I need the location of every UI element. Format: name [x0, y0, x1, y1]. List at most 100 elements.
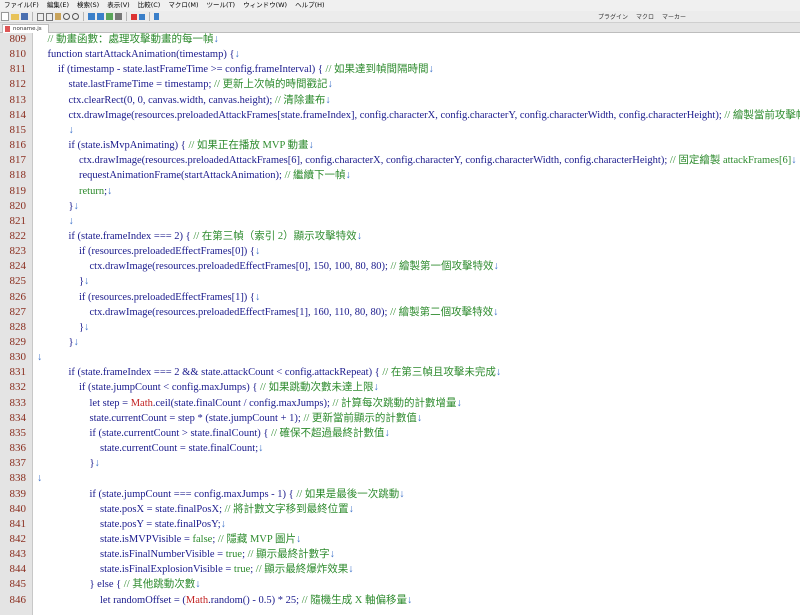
code-line[interactable]: 814 ctx.drawImage(resources.preloadedAtt…: [0, 108, 800, 123]
menu-item[interactable]: ツール(T): [203, 0, 240, 11]
code-text: let randomOffset = (Math.random() - 0.5)…: [37, 594, 413, 606]
copy-icon[interactable]: [46, 12, 53, 21]
code-text: }↓: [37, 276, 90, 288]
line-number: 842: [9, 532, 27, 545]
macro-label[interactable]: マクロ: [632, 12, 658, 21]
line-number: 815: [9, 123, 27, 136]
line-number: 840: [9, 502, 27, 515]
code-line[interactable]: 825 }↓: [0, 274, 800, 289]
save-icon[interactable]: [21, 13, 28, 20]
line-number: 811: [9, 63, 26, 76]
code-text: if (state.frameIndex === 2 && state.atta…: [37, 367, 502, 379]
code-text: ctx.drawImage(resources.preloadedEffectF…: [37, 306, 499, 318]
code-line[interactable]: 845 } else { // 其他跳動次數↓: [0, 577, 800, 592]
code-line[interactable]: 824 ctx.drawImage(resources.preloadedEff…: [0, 259, 800, 274]
code-line[interactable]: 809 // 動畫函數：處理攻擊動畫的每一幀↓: [0, 32, 800, 47]
menu-item[interactable]: 比較(C): [134, 0, 165, 11]
line-number: 818: [9, 169, 27, 182]
toolbar: プラグイン マクロ マーカー: [0, 11, 800, 23]
layout-icon[interactable]: [97, 13, 104, 20]
code-line[interactable]: 818 requestAnimationFrame(startAttackAni…: [0, 168, 800, 183]
code-line[interactable]: 841 state.posY = state.finalPosY;↓: [0, 517, 800, 532]
code-line[interactable]: 826 if (resources.preloadedEffectFrames[…: [0, 290, 800, 305]
code-line[interactable]: 820 }↓: [0, 199, 800, 214]
replace-icon[interactable]: [72, 13, 79, 20]
code-line[interactable]: 813 ctx.clearRect(0, 0, canvas.width, ca…: [0, 93, 800, 108]
code-editor[interactable]: 809 // 動畫函數：處理攻擊動畫的每一幀↓ 810 function star…: [0, 33, 800, 615]
paste-icon[interactable]: [55, 13, 61, 20]
menu-item[interactable]: ファイル(F): [0, 0, 43, 11]
code-line[interactable]: 842 state.isMVPVisible = false; // 隱藏 MV…: [0, 532, 800, 547]
code-line[interactable]: 834 state.currentCount = step * (state.j…: [0, 411, 800, 426]
code-line[interactable]: 810 function startAttackAnimation(timest…: [0, 47, 800, 62]
code-text: ↓: [37, 473, 43, 485]
code-line[interactable]: 844 state.isFinalExplosionVisible = true…: [0, 562, 800, 577]
line-number: 819: [9, 184, 27, 197]
code-line[interactable]: 815 ↓: [0, 123, 800, 138]
line-number: 841: [9, 517, 27, 530]
view-icon[interactable]: [88, 13, 95, 20]
marker-label[interactable]: マーカー: [658, 12, 690, 21]
code-text: let step = Math.ceil(state.finalCount / …: [37, 397, 462, 409]
code-text: if (state.jumpCount < config.maxJumps) {…: [37, 382, 379, 394]
code-line[interactable]: 817 ctx.drawImage(resources.preloadedAtt…: [0, 153, 800, 168]
code-text: requestAnimationFrame(startAttackAnimati…: [37, 170, 351, 182]
search-icon[interactable]: [63, 13, 70, 20]
code-text: state.isMVPVisible = false; // 隱藏 MVP 圖片…: [37, 533, 302, 545]
code-line[interactable]: 821 ↓: [0, 214, 800, 229]
code-line[interactable]: 840 state.posX = state.finalPosX; // 將計數…: [0, 502, 800, 517]
code-text: }↓: [37, 337, 79, 348]
menu-item[interactable]: 表示(V): [103, 0, 134, 11]
code-line[interactable]: 827 ctx.drawImage(resources.preloadedEff…: [0, 305, 800, 320]
line-number: 817: [9, 154, 27, 167]
code-line[interactable]: 822 if (state.frameIndex === 2) { // 在第三…: [0, 229, 800, 244]
code-text: ↓: [37, 352, 43, 364]
menu-item[interactable]: 編集(E): [43, 0, 73, 11]
code-line[interactable]: 832 if (state.jumpCount < config.maxJump…: [0, 380, 800, 395]
menu-item[interactable]: ヘルプ(H): [291, 0, 328, 11]
plugin-label[interactable]: プラグイン: [594, 12, 632, 21]
open-file-icon[interactable]: [11, 13, 19, 20]
menu-item[interactable]: 検索(S): [73, 0, 103, 11]
code-text: if (timestamp - state.lastFrameTime >= c…: [37, 64, 434, 76]
code-line[interactable]: 843 state.isFinalNumberVisible = true; /…: [0, 547, 800, 562]
code-line[interactable]: 837 }↓: [0, 456, 800, 471]
menu-bar: ファイル(F) 編集(E) 検索(S) 表示(V) 比較(C) マクロ(M) ツール(T) ウ…: [0, 0, 800, 11]
line-number: 844: [9, 563, 27, 576]
code-line[interactable]: 831 if (state.frameIndex === 2 && state.…: [0, 365, 800, 380]
code-text: if (state.isMvpAnimating) { // 如果正在播放 MV…: [37, 140, 314, 152]
code-line[interactable]: 838 ↓: [0, 471, 800, 486]
macro-record-icon[interactable]: [131, 13, 137, 20]
line-number: 816: [9, 139, 27, 152]
line-number: 810: [9, 48, 27, 61]
line-number: 839: [9, 487, 27, 500]
code-text: state.isFinalNumberVisible = true; // 顯示…: [37, 549, 335, 561]
code-line[interactable]: 819 return;↓: [0, 184, 800, 199]
code-line[interactable]: 828 }↓: [0, 320, 800, 335]
line-number: 832: [9, 381, 27, 394]
code-line[interactable]: 829 }↓: [0, 335, 800, 350]
code-line[interactable]: 812 state.lastFrameTime = timestamp; // …: [0, 77, 800, 92]
window-icon[interactable]: [115, 13, 122, 20]
line-number: 820: [9, 199, 27, 212]
code-line[interactable]: 846 let randomOffset = (Math.random() - …: [0, 593, 800, 608]
code-line[interactable]: 811 if (timestamp - state.lastFrameTime …: [0, 62, 800, 77]
line-number: 830: [9, 351, 27, 364]
code-line[interactable]: 833 let step = Math.ceil(state.finalCoun…: [0, 396, 800, 411]
line-number: 836: [9, 442, 27, 455]
line-number: 831: [9, 366, 27, 379]
code-line[interactable]: 839 if (state.jumpCount === config.maxJu…: [0, 487, 800, 502]
code-line[interactable]: 836 state.currentCount = state.finalCoun…: [0, 441, 800, 456]
macro-play-icon[interactable]: [139, 13, 145, 20]
code-line[interactable]: 823 if (resources.preloadedEffectFrames[…: [0, 244, 800, 259]
compare-icon[interactable]: [106, 13, 113, 20]
code-line[interactable]: 830 ↓: [0, 350, 800, 365]
new-file-icon[interactable]: [1, 12, 9, 21]
tool-icon[interactable]: [154, 13, 159, 20]
code-line[interactable]: 816 if (state.isMvpAnimating) { // 如果正在播…: [0, 138, 800, 153]
code-text: ctx.drawImage(resources.preloadedEffectF…: [37, 261, 499, 273]
cut-icon[interactable]: [37, 12, 44, 21]
menu-item[interactable]: ウィンドウ(W): [239, 0, 291, 11]
menu-item[interactable]: マクロ(M): [164, 0, 202, 11]
code-line[interactable]: 835 if (state.currentCount > state.final…: [0, 426, 800, 441]
